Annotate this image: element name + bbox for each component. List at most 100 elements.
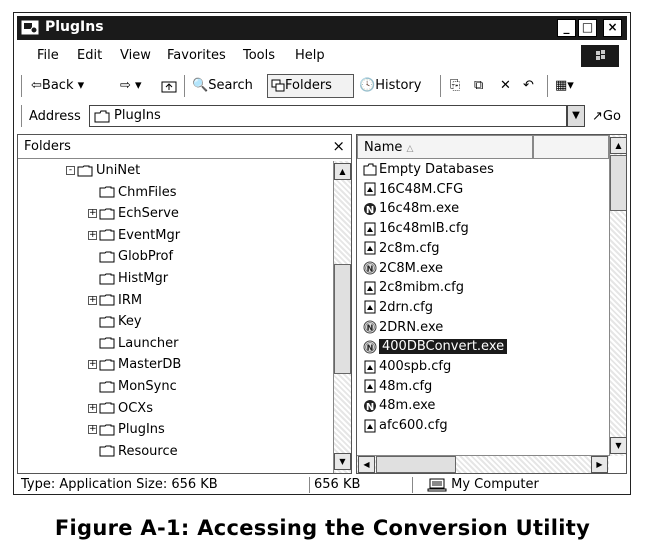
delete-icon: ✕	[500, 78, 511, 93]
file-row[interactable]: 400spb.cfg	[363, 359, 451, 378]
tree-item[interactable]: GlobProf	[88, 249, 173, 270]
go-button[interactable]: ↗Go	[592, 109, 621, 124]
expand-icon[interactable]: +	[88, 295, 97, 305]
file-name: 16C48M.CFG	[379, 181, 464, 197]
file-row[interactable]: N 2DRN.exe	[363, 320, 443, 339]
scroll-down-icon[interactable]: ▼	[334, 453, 351, 470]
scroll-thumb[interactable]	[334, 264, 351, 374]
menu-tools[interactable]: Tools	[243, 48, 275, 63]
tree-item[interactable]: Launcher	[88, 336, 178, 357]
files-horizontal-scrollbar[interactable]: ◀ ▶	[357, 455, 609, 473]
file-name: 400spb.cfg	[379, 359, 452, 374]
horizontal-scroll-thumb[interactable]	[376, 456, 456, 473]
move-to-button[interactable]: ⎘	[450, 78, 460, 93]
cfg-file-icon	[364, 360, 376, 373]
scroll-right-icon[interactable]: ▶	[591, 456, 608, 473]
file-row[interactable]: N 16c48m.exe	[363, 201, 459, 220]
collapse-icon[interactable]: -	[66, 166, 75, 175]
history-button[interactable]: 🕓History	[359, 78, 421, 93]
search-button[interactable]: 🔍Search	[192, 78, 253, 93]
minimize-button[interactable]: _	[557, 19, 576, 37]
menu-view[interactable]: View	[120, 48, 151, 63]
address-input[interactable]: PlugIns	[89, 105, 567, 127]
title-bar[interactable]: PlugIns _ □ ×	[17, 16, 627, 40]
tree-item-label: HistMgr	[118, 271, 169, 286]
file-row[interactable]: N 400DBConvert.exe	[363, 339, 508, 358]
close-pane-icon[interactable]: ×	[332, 137, 345, 155]
folders-vertical-scrollbar[interactable]: ▲ ▼	[333, 161, 351, 473]
close-button[interactable]: ×	[603, 19, 622, 37]
folder-icon	[99, 402, 115, 414]
menu-bar: File Edit View Favorites Tools Help	[17, 44, 627, 68]
file-row[interactable]: 16C48M.CFG	[363, 182, 463, 201]
delete-button[interactable]: ✕	[500, 78, 511, 93]
folder-icon	[99, 251, 115, 263]
move-to-icon: ⎘	[450, 78, 461, 93]
scroll-down-icon[interactable]: ▼	[610, 437, 626, 454]
scroll-up-icon[interactable]: ▲	[334, 163, 351, 180]
tree-item[interactable]: + MasterDB	[88, 357, 181, 378]
maximize-button[interactable]: □	[578, 19, 597, 37]
expand-icon[interactable]: +	[88, 403, 97, 413]
file-row[interactable]: 16c48mIB.cfg	[363, 221, 469, 240]
back-button[interactable]: ⇦Back ▾	[31, 78, 84, 93]
views-button[interactable]: ▦▾	[555, 78, 574, 93]
tree-item-label: EventMgr	[118, 227, 181, 243]
tree-item[interactable]: HistMgr	[88, 271, 168, 292]
undo-button[interactable]: ↶	[523, 78, 534, 93]
expand-icon[interactable]: +	[88, 425, 97, 435]
file-row[interactable]: 2c8m.cfg	[363, 241, 439, 260]
tree-item[interactable]: + EchServe	[88, 206, 179, 227]
tree-item[interactable]: ChmFiles	[88, 185, 177, 206]
copy-to-button[interactable]: ⧉	[474, 78, 483, 93]
folders-button[interactable]: Folders	[271, 78, 332, 93]
folder-icon	[99, 273, 115, 284]
tree-item[interactable]: + IRM	[88, 293, 142, 314]
up-folder-button[interactable]	[161, 78, 177, 93]
copy-to-icon: ⧉	[474, 78, 484, 93]
cfg-file-icon	[364, 182, 376, 196]
expand-icon[interactable]: +	[88, 360, 97, 370]
forward-arrow-icon: ⇨	[120, 78, 131, 93]
tree-item[interactable]: MonSync	[88, 379, 177, 400]
svg-text:N: N	[367, 324, 374, 333]
forward-button[interactable]: ⇨ ▾	[120, 78, 142, 93]
folder-icon	[99, 208, 115, 220]
expand-icon[interactable]: +	[88, 230, 97, 240]
scroll-thumb[interactable]	[610, 155, 626, 211]
size-column-header[interactable]	[533, 135, 609, 159]
files-vertical-scrollbar[interactable]: ▲ ▼	[609, 135, 626, 456]
menu-help[interactable]: Help	[295, 48, 325, 63]
tree-item-label: IRM	[118, 292, 143, 308]
file-row[interactable]: N 48m.exe	[363, 398, 435, 417]
file-name: 48m.cfg	[379, 378, 433, 394]
cfg-file-icon	[364, 419, 376, 433]
file-row[interactable]: N 2C8M.exe	[363, 261, 443, 280]
file-row[interactable]: 48m.cfg	[363, 379, 432, 398]
tree-item[interactable]: - UniNet	[66, 163, 140, 184]
tree-item[interactable]: Key	[88, 314, 142, 335]
menu-edit[interactable]: Edit	[77, 48, 102, 63]
scroll-left-icon[interactable]: ◀	[358, 456, 375, 473]
tree-item-label: GlobProf	[118, 249, 174, 265]
forward-dropdown-icon[interactable]: ▾	[135, 78, 142, 93]
status-size: 656 KB	[309, 477, 409, 493]
scroll-up-icon[interactable]: ▲	[610, 137, 626, 154]
tree-item[interactable]: + PlugIns	[88, 422, 165, 443]
menu-favorites[interactable]: Favorites	[167, 48, 226, 63]
back-dropdown-icon[interactable]: ▾	[78, 78, 85, 93]
name-column-header[interactable]: Name △	[357, 135, 533, 159]
standard-toolbar: ⇦Back ▾ ⇨ ▾ 🔍Search Folders 🕓History ⎘ ⧉…	[17, 72, 627, 100]
tree-item[interactable]: + OCXs	[88, 401, 153, 422]
file-row[interactable]: 2drn.cfg	[363, 300, 433, 319]
menu-file[interactable]: File	[37, 48, 59, 63]
file-name: Empty Databases	[379, 162, 494, 177]
file-row[interactable]: Empty Databases	[363, 162, 494, 181]
file-name: 400DBConvert.exe	[379, 339, 508, 355]
tree-item[interactable]: + EventMgr	[88, 228, 180, 249]
file-row[interactable]: afc600.cfg	[363, 418, 448, 437]
expand-icon[interactable]: +	[88, 209, 97, 219]
address-dropdown-icon[interactable]: ▼	[567, 105, 585, 127]
file-row[interactable]: 2c8mibm.cfg	[363, 280, 464, 299]
tree-item[interactable]: Resource	[88, 444, 178, 465]
